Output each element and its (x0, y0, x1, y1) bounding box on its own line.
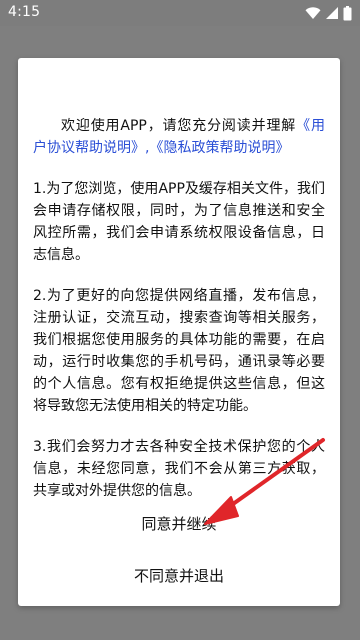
wifi-icon (305, 6, 321, 20)
intro-paragraph: 欢迎使用APP，请您充分阅读并理解《用户协议帮助说明》,《隐私政策帮助说明》 (33, 115, 325, 159)
paragraph-data-protection: 3.我们会努力才去各种安全技术保护您的个人信息，未经您同意，我们不会从第三方获取… (33, 439, 325, 499)
status-icons (305, 5, 352, 21)
privacy-policy-link[interactable]: 《隐私政策帮助说明》 (149, 140, 289, 156)
agree-continue-button[interactable]: 同意并继续 (18, 513, 340, 535)
status-bar: 4:15 (0, 0, 360, 26)
paragraph-storage-permission: 1.为了您浏览，使用APP及缓存相关文件，我们会申请存储权限，同时，为了信息推送… (33, 181, 325, 263)
intro-text: 欢迎使用APP，请您充分阅读并理解 (61, 118, 297, 134)
signal-icon (325, 6, 339, 20)
status-time: 4:15 (8, 4, 41, 20)
dialog-body: 欢迎使用APP，请您充分阅读并理解《用户协议帮助说明》,《隐私政策帮助说明》 1… (33, 115, 325, 521)
disagree-exit-button[interactable]: 不同意并退出 (18, 565, 340, 587)
paragraph-personal-info: 2.为了更好的向您提供网络直播，发布信息，注册认证，交流互动，搜索查询等相关服务… (33, 288, 325, 414)
battery-icon (343, 5, 352, 21)
privacy-dialog: 欢迎使用APP，请您充分阅读并理解《用户协议帮助说明》,《隐私政策帮助说明》 1… (18, 58, 340, 606)
